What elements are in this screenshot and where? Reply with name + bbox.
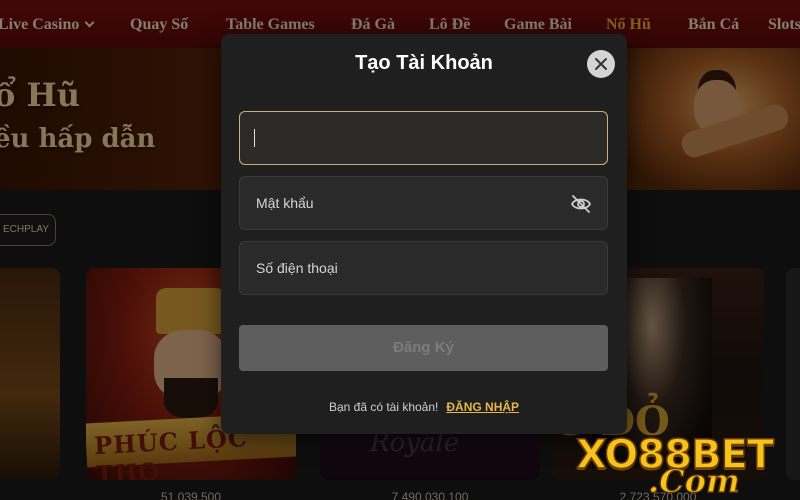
text-caret [254, 129, 255, 147]
register-button[interactable]: Đăng Ký [239, 325, 608, 371]
close-button[interactable] [587, 50, 615, 78]
close-icon [595, 58, 607, 70]
login-link[interactable]: ĐĂNG NHẬP [446, 400, 519, 414]
modal-title: Tạo Tài Khoản [355, 52, 493, 74]
eye-off-icon[interactable] [570, 194, 592, 214]
register-modal: Tạo Tài Khoản Đăng Ký Bạn đã có tài khoả… [221, 34, 627, 434]
logo-domain: .Com [647, 461, 740, 500]
login-prompt-text: Bạn đã có tài khoản! [328, 400, 439, 414]
password-field[interactable] [239, 176, 608, 230]
brand-logo-watermark: XO88BET .Com [575, 431, 796, 500]
login-prompt: Bạn đã có tài khoản! ĐĂNG NHẬP [221, 400, 627, 414]
phone-input[interactable] [240, 242, 607, 294]
username-field[interactable] [239, 111, 608, 165]
phone-field[interactable] [239, 241, 608, 295]
password-input[interactable] [240, 177, 607, 229]
username-input[interactable] [240, 112, 607, 164]
